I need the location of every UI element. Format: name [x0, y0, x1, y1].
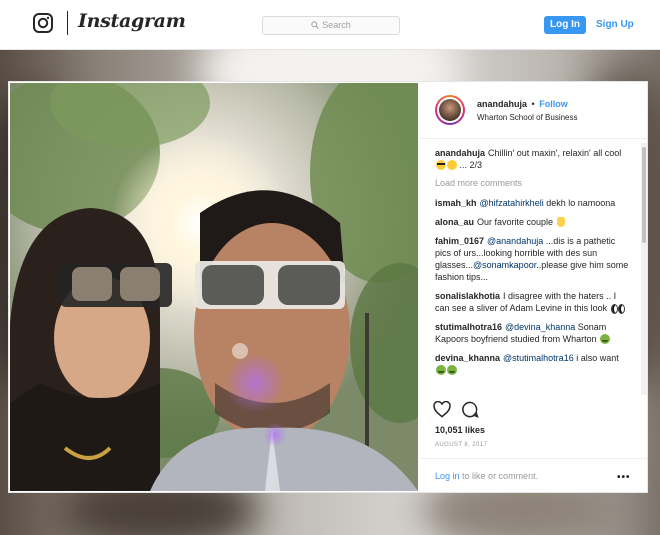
post-card: anandahuja • Follow Wharton School of Bu…	[8, 81, 648, 493]
login-button[interactable]: Log In	[544, 16, 586, 34]
search-placeholder: Search	[322, 20, 351, 30]
caption-suffix: ... 2/3	[459, 160, 483, 170]
post-photo[interactable]	[10, 83, 418, 491]
post-location[interactable]: Wharton School of Business	[477, 113, 578, 122]
comment-item: fahim_0167 @anandahuja ...dis is a pathet…	[435, 235, 631, 283]
comment-icon[interactable]	[461, 401, 479, 418]
post-footer: Log in to like or comment. •••	[419, 458, 647, 492]
nauseated-emoji-icon	[600, 334, 611, 344]
search-icon	[311, 21, 320, 29]
comment-mention[interactable]: @anandahuja	[487, 236, 543, 246]
search-input[interactable]: Search	[262, 16, 400, 35]
login-prompt-link[interactable]: Log in	[435, 471, 460, 481]
post-header: anandahuja • Follow Wharton School of Bu…	[419, 83, 647, 139]
follow-button[interactable]: Follow	[539, 99, 568, 109]
nauseated-emoji-icon	[436, 365, 446, 375]
comment-username[interactable]: alona_au	[435, 217, 474, 227]
comments-scrollbar[interactable]	[641, 143, 647, 395]
author-username[interactable]: anandahuja	[477, 99, 527, 109]
logo-divider	[67, 11, 68, 35]
comments-list[interactable]: anandahuja Chillin' out maxin', relaxin' …	[435, 147, 631, 393]
avatar[interactable]	[435, 95, 465, 125]
signup-link[interactable]: Sign Up	[596, 16, 634, 34]
comment-username[interactable]: stutimalhotra16	[435, 322, 502, 332]
comment-mention[interactable]: @stutimalhotra16	[503, 353, 574, 363]
caption-text: Chillin' out maxin', relaxin' all cool	[488, 148, 622, 158]
instagram-glyph-icon[interactable]	[33, 13, 53, 33]
load-more-comments[interactable]: Load more comments	[435, 177, 631, 189]
heart-icon[interactable]	[433, 401, 451, 418]
comment-username[interactable]: sonalislakhotia	[435, 291, 500, 301]
post-date: AUGUST 8, 2017	[435, 442, 488, 448]
comment-username[interactable]: fahim_0167	[435, 236, 484, 246]
comment-username[interactable]: devina_khanna	[435, 353, 500, 363]
post-sidebar: anandahuja • Follow Wharton School of Bu…	[419, 83, 647, 491]
comment-item: devina_khanna @stutimalhotra16 i also wan…	[435, 352, 631, 376]
comment-item: sonalislakhotia I disagree with the hater…	[435, 290, 631, 314]
separator-dot: •	[531, 99, 535, 109]
comment-mention[interactable]: @devina_khanna	[505, 322, 575, 332]
comment-username[interactable]: ismah_kh	[435, 198, 477, 208]
comment-mention[interactable]: @sonamkapoor	[473, 260, 536, 270]
login-prompt: Log in to like or comment.	[435, 471, 538, 481]
eyes-emoji-icon	[610, 303, 625, 314]
caption: anandahuja Chillin' out maxin', relaxin' …	[435, 147, 631, 171]
grin-emoji-icon	[447, 160, 457, 170]
comment-text: dekh lo namoona	[546, 198, 616, 208]
comment-text: i also want	[576, 353, 619, 363]
comment-text: Our favorite couple	[477, 217, 554, 227]
likes-count[interactable]: 10,051 likes	[435, 425, 485, 435]
login-prompt-text: to like or comment.	[462, 471, 539, 481]
instagram-wordmark[interactable]: Instagram	[78, 10, 186, 32]
caption-username[interactable]: anandahuja	[435, 148, 485, 158]
more-options-icon[interactable]: •••	[617, 472, 631, 483]
comment-item: alona_au Our favorite couple	[435, 216, 631, 228]
comment-item: ismah_kh @hifzatahirkheli dekh lo namoona	[435, 197, 631, 209]
post-author-row: anandahuja • Follow	[477, 99, 568, 109]
sunglasses-emoji-icon	[436, 160, 446, 170]
money-bag-emoji-icon	[556, 217, 565, 227]
comment-mention[interactable]: @hifzatahirkheli	[480, 198, 544, 208]
top-navigation-bar: Instagram Search Log In Sign Up	[0, 0, 660, 50]
comment-item: stutimalhotra16 @devina_khanna Sonam Kapo…	[435, 321, 631, 345]
scrollbar-thumb[interactable]	[642, 147, 646, 243]
nauseated-emoji-icon	[447, 365, 457, 375]
